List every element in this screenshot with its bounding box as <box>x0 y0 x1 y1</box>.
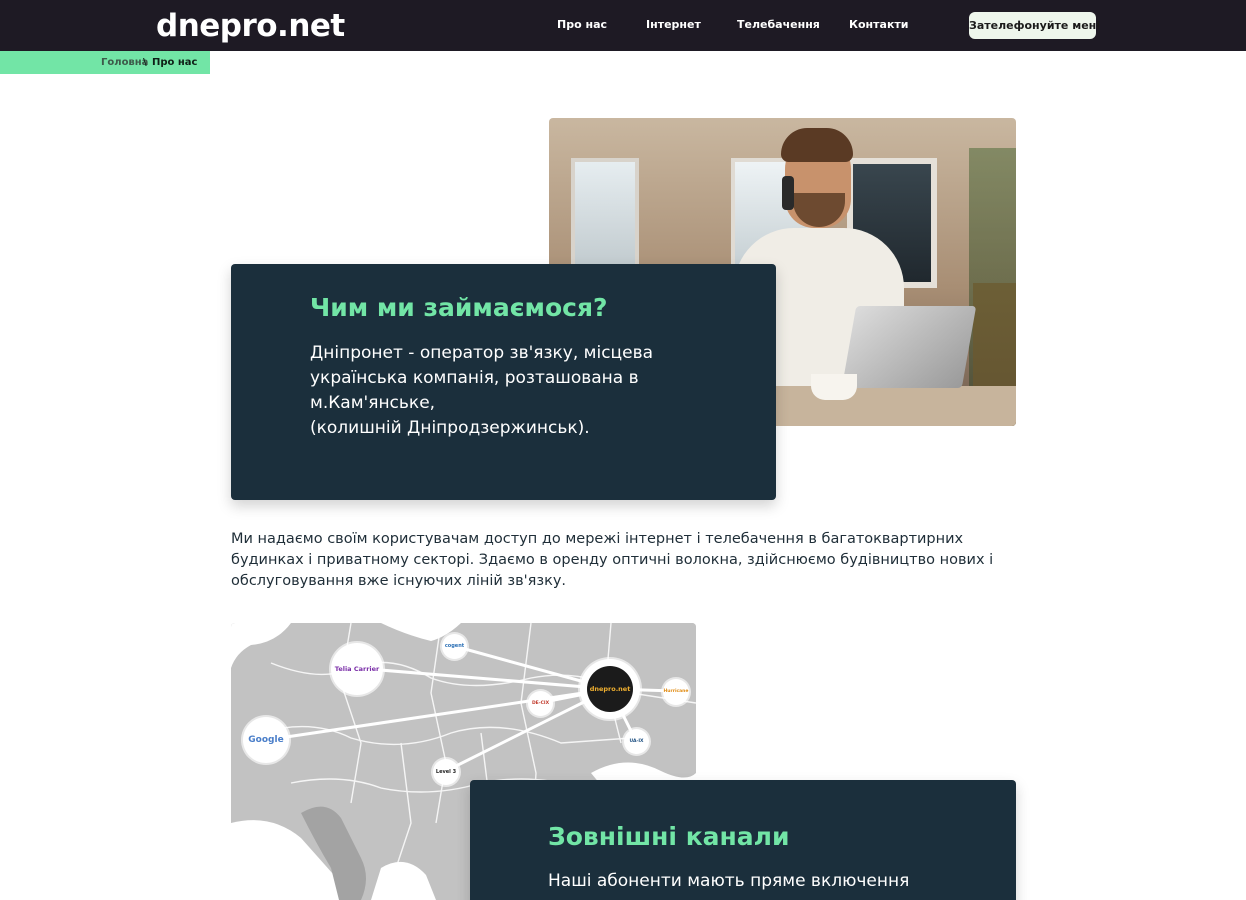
node-decix: DE-CIX <box>528 691 553 716</box>
photo-plant <box>969 148 1016 426</box>
node-telia: Telia Carrier <box>331 643 383 695</box>
breadcrumb-separator: \ <box>143 57 147 68</box>
intro-paragraph: Ми надаємо своїм користувачам доступ до … <box>231 531 994 589</box>
nav-link-about[interactable]: Про нас <box>557 17 607 32</box>
node-label: Google <box>248 735 284 745</box>
about-card: Чим ми займаємося? Дніпронет - оператор … <box>231 264 776 500</box>
nav-link-tv[interactable]: Телебачення <box>737 17 820 32</box>
about-text-line: м.Кам'янське, <box>310 393 436 413</box>
top-navbar: dnepro.net Про нас Інтернет Телебачення … <box>0 0 1246 51</box>
about-text-line: Дніпронет - оператор зв'язку, місцева <box>310 343 654 363</box>
coffee-cup-icon <box>811 374 857 400</box>
node-hurricane: Hurricane <box>663 679 689 705</box>
about-title: Чим ми займаємося? <box>310 293 608 322</box>
breadcrumb-home-link[interactable]: Головна <box>101 51 148 74</box>
nav-link-contacts[interactable]: Контакти <box>849 17 909 32</box>
about-text-line: (колишній Дніпродзержинськ). <box>310 418 590 438</box>
node-label: Level 3 <box>435 769 457 775</box>
node-google: Google <box>243 717 289 763</box>
dnepro-logo-badge: dnepro.net <box>587 666 633 712</box>
node-label: Telia Carrier <box>334 665 380 673</box>
laptop-icon <box>841 306 977 388</box>
channels-title: Зовнішні канали <box>548 822 790 851</box>
node-label: UA-IX <box>629 739 644 744</box>
node-label: Hurricane <box>663 689 689 694</box>
breadcrumb-current: Про нас <box>152 57 198 68</box>
node-uaix: UA-IX <box>624 729 649 754</box>
node-label: DE-CIX <box>531 701 550 706</box>
phone-icon <box>782 176 794 210</box>
node-dnepro-center: dnepro.net <box>580 659 640 719</box>
channels-card: Зовнішні канали Наші абоненти мають прям… <box>470 780 1016 900</box>
breadcrumb: Головна \ Про нас <box>0 51 210 74</box>
call-me-button[interactable]: Зателефонуйте мені <box>969 12 1100 39</box>
node-cogent: cogent <box>442 634 467 659</box>
about-text-line: українська компанія, розташована в <box>310 368 639 388</box>
photo-person-hair <box>781 128 853 162</box>
node-label: dnepro.net <box>589 685 631 693</box>
node-level3: Level 3 <box>433 759 459 785</box>
node-label: cogent <box>444 643 465 649</box>
site-logo[interactable]: dnepro.net <box>156 6 345 46</box>
nav-link-internet[interactable]: Інтернет <box>646 17 701 32</box>
channels-text: Наші абоненти мають пряме включення <box>548 871 910 891</box>
